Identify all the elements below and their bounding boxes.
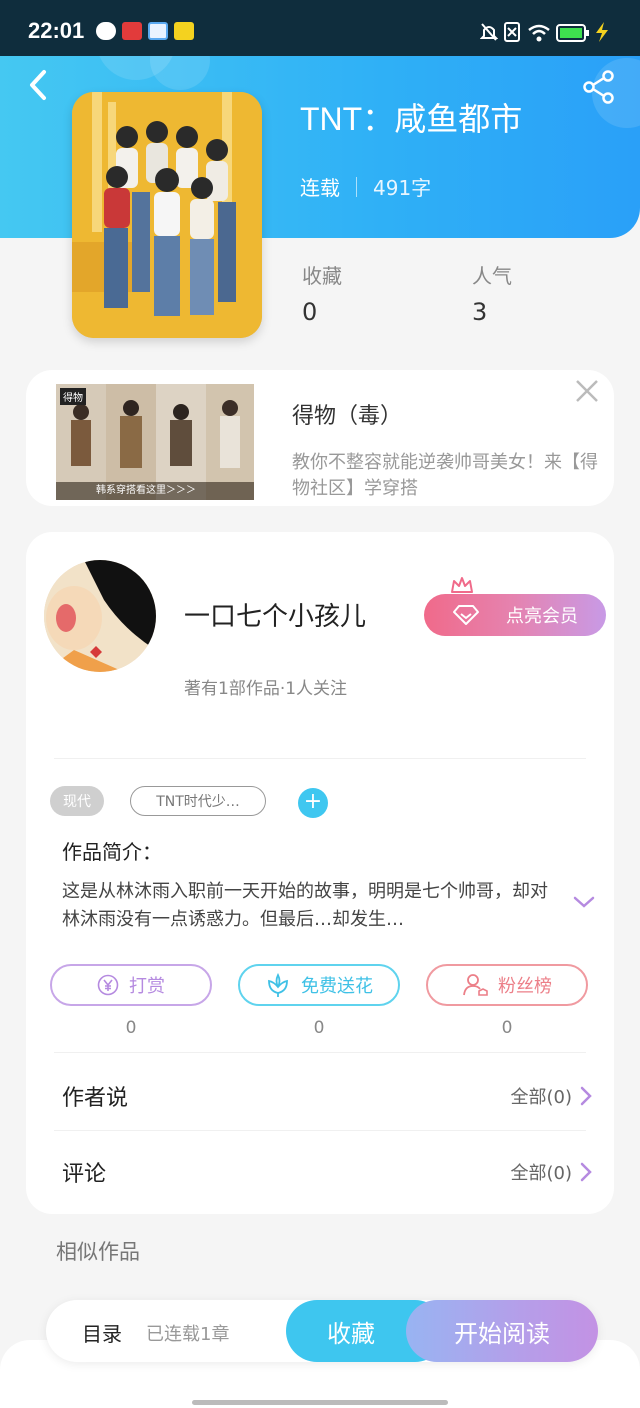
book-status-line: 连载 491字 (300, 172, 431, 201)
avatar-illustration (44, 560, 156, 672)
author-says-all-label: 全部(0) (510, 1087, 573, 1108)
add-tag-button[interactable]: + (298, 788, 328, 818)
battery-icon (556, 24, 589, 42)
divider (54, 1130, 586, 1131)
author-says-label: 作者说 (62, 1086, 129, 1111)
start-reading-label: 开始阅读 (454, 1319, 550, 1348)
ad-image-caption: 韩系穿搭看这里＞＞＞ (56, 482, 254, 500)
app-icon-red (122, 22, 142, 40)
fan-user-icon (463, 974, 488, 996)
back-button[interactable] (24, 68, 54, 102)
similar-works-heading: 相似作品 (56, 1240, 140, 1264)
comments-all[interactable]: 全部(0) (511, 1159, 593, 1185)
chevron-right-icon (580, 1162, 592, 1182)
home-indicator[interactable] (192, 1400, 448, 1405)
book-info-card: 一口七个小孩儿 点亮会员 著有1部作品·1人关注 现代 TNT时代少… + 作品… (26, 532, 614, 1214)
close-icon[interactable] (574, 378, 600, 404)
ad-description: 教你不整容就能逆袭帅哥美女！来【得物社区】学穿搭 (292, 452, 598, 499)
fan-ranking-label: 粉丝榜 (498, 976, 552, 997)
crown-icon (451, 577, 473, 593)
book-title: TNT：咸鱼都市 (300, 101, 523, 137)
chevron-down-icon[interactable] (572, 894, 596, 910)
word-count: 491字 (373, 176, 432, 200)
start-reading-button[interactable]: 开始阅读 (406, 1300, 598, 1362)
author-meta: 著有1部作品·1人关注 (184, 679, 348, 699)
divider (54, 758, 586, 759)
yen-icon (97, 974, 119, 996)
send-flower-button[interactable]: 免费送花 (238, 964, 400, 1006)
popularity-count: 3 (472, 298, 488, 326)
divider (54, 1052, 586, 1053)
share-button[interactable] (582, 70, 616, 104)
mute-icon (480, 23, 498, 41)
favorites-count: 0 (302, 298, 318, 326)
topic-tag[interactable]: TNT时代少… (130, 786, 266, 816)
comments-row[interactable]: 评论 全部(0) (62, 1152, 592, 1192)
ad-banner[interactable]: 得物 韩系穿搭看这里＞＞＞ 得物（毒） 教你不整容就能逆袭帅哥美女！来【得物社区… (26, 370, 614, 506)
author-avatar[interactable] (44, 560, 156, 672)
ad-title: 得物（毒） (292, 404, 403, 429)
send-flower-label: 免费送花 (301, 976, 373, 997)
status-separator (356, 176, 357, 197)
tip-button[interactable]: 打赏 (50, 964, 212, 1006)
vip-button[interactable]: 点亮会员 (424, 594, 606, 636)
intro-text[interactable]: 这是从林沐雨入职前一天开始的故事，明明是七个帅哥，却对林沐雨没有一点诱惑力。但最… (62, 878, 552, 934)
bottom-action-bar: 目录 已连载1章 收藏 开始阅读 (46, 1300, 598, 1362)
intro-label: 作品简介： (62, 840, 162, 864)
cover-illustration (72, 92, 262, 338)
chevron-right-icon (580, 1086, 592, 1106)
favorite-label: 收藏 (327, 1319, 375, 1348)
sim-icon (504, 22, 520, 42)
vip-label: 点亮会员 (506, 606, 578, 627)
app-icon-yellow (174, 22, 194, 40)
comments-label: 评论 (62, 1162, 107, 1187)
genre-tag[interactable]: 现代 (50, 786, 104, 816)
status-time: 22:01 (28, 18, 85, 43)
tip-count: 0 (125, 1018, 137, 1038)
favorites-label: 收藏 (302, 264, 342, 288)
tip-label: 打赏 (129, 976, 165, 997)
toc-status: 已连载1章 (146, 1324, 230, 1345)
flower-count: 0 (313, 1018, 325, 1038)
popularity-label: 人气 (472, 264, 512, 288)
author-says-row[interactable]: 作者说 全部(0) (62, 1076, 592, 1116)
author-says-all[interactable]: 全部(0) (511, 1083, 593, 1109)
diamond-icon (453, 605, 479, 625)
book-status: 连载 (300, 176, 340, 200)
author-name[interactable]: 一口七个小孩儿 (184, 596, 366, 633)
comments-all-label: 全部(0) (510, 1163, 573, 1184)
flower-icon (268, 973, 288, 997)
ad-image-brand: 得物 (60, 388, 86, 405)
ad-image: 得物 韩系穿搭看这里＞＞＞ (56, 384, 254, 500)
fan-ranking-button[interactable]: 粉丝榜 (426, 964, 588, 1006)
book-cover[interactable] (72, 92, 262, 338)
wifi-icon (528, 24, 550, 42)
fan-count: 0 (501, 1018, 513, 1038)
charging-icon (596, 22, 608, 42)
app-icon-k (148, 22, 168, 40)
toc-button[interactable]: 目录 (82, 1318, 122, 1347)
cloud-icon (96, 22, 116, 40)
status-bar: 22:01 (0, 0, 640, 56)
